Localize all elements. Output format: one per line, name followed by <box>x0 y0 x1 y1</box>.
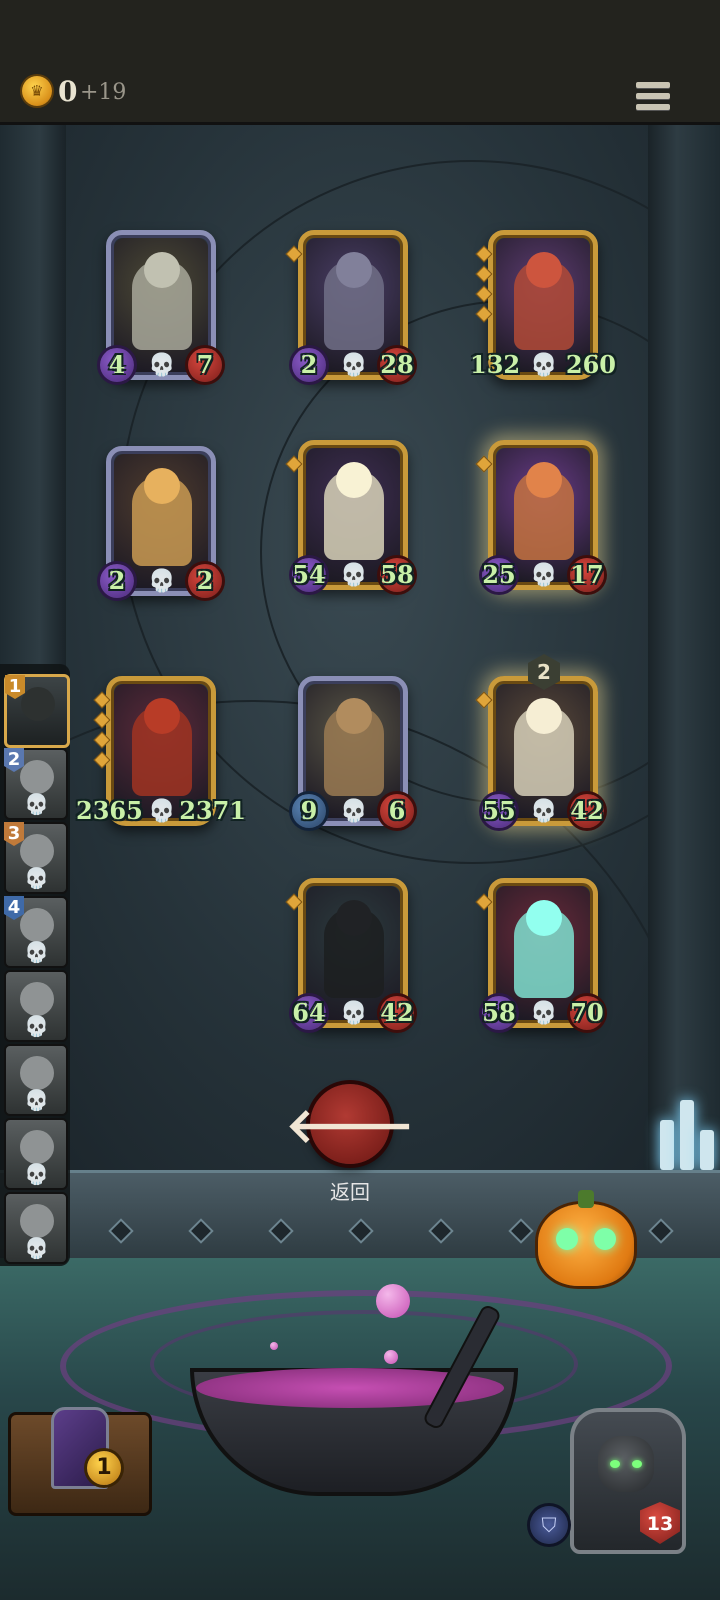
tier-pips <box>285 893 303 916</box>
attack-stat: 25 <box>482 558 516 592</box>
skull-icon: 💀 <box>530 353 558 378</box>
health-stat: 2371 <box>179 796 246 825</box>
health-stat: 260 <box>565 350 616 379</box>
minion-card-assassin[interactable]: 💀 2365 2371 <box>76 676 246 826</box>
opponent-portrait <box>20 1204 54 1238</box>
attack-stat: 2365 <box>76 796 143 825</box>
health-stat: 2 <box>188 564 222 598</box>
skull-icon: 💀 <box>24 1088 49 1112</box>
skull-icon: 💀 <box>148 569 176 594</box>
opponent-portrait <box>20 834 54 868</box>
health-stat: 42 <box>570 794 604 828</box>
attack-stat: 2 <box>292 348 326 382</box>
tier-pips <box>285 455 303 478</box>
skull-icon: 💀 <box>148 353 176 378</box>
skull-icon: 💀 <box>24 866 49 890</box>
tier-pips <box>475 893 493 916</box>
health-stat: 6 <box>380 794 414 828</box>
back-button[interactable]: 🡐 <box>286 1084 414 1164</box>
minion-card-ace-knight[interactable]: 2 💀 55 42 <box>475 654 604 828</box>
pumpkin-pet[interactable] <box>538 1190 634 1286</box>
top-bar: ♛ 0 +19 <box>0 0 720 125</box>
skull-icon: 💀 <box>340 799 368 824</box>
hero-face <box>598 1436 654 1492</box>
minion-card-ghost-chef[interactable]: 💀 58 70 <box>475 878 604 1030</box>
skull-icon: 💀 <box>340 1001 368 1026</box>
skull-icon: 💀 <box>340 353 368 378</box>
attack-stat: 2 <box>100 564 134 598</box>
crown-coin-icon: ♛ <box>22 76 52 106</box>
tier-pips <box>285 245 303 268</box>
health-stat: 42 <box>380 996 414 1030</box>
back-label: 返回 <box>330 1180 370 1204</box>
skull-icon: 💀 <box>24 1014 49 1038</box>
minion-card-cannon[interactable]: 💀 9 6 <box>292 676 414 828</box>
deck-chest[interactable]: 1 <box>8 1407 152 1516</box>
attack-stat: 58 <box>482 996 516 1030</box>
skull-icon: 💀 <box>530 1001 558 1026</box>
menu-icon[interactable] <box>636 82 670 114</box>
opponent-slot[interactable]: 4 💀 <box>4 896 68 968</box>
opponent-portrait <box>20 982 54 1016</box>
opponent-portrait <box>20 1056 54 1090</box>
attack-stat: 132 <box>470 350 521 379</box>
skull-icon: 💀 <box>340 563 368 588</box>
bubble <box>376 1284 410 1318</box>
minion-card-box-golem[interactable]: 💀 132 260 <box>470 230 616 380</box>
bubble <box>270 1342 278 1350</box>
tier-pips <box>475 245 493 328</box>
skull-icon: 💀 <box>530 799 558 824</box>
health-stat: 28 <box>380 348 414 382</box>
health-stat: 58 <box>380 558 414 592</box>
tier-pips <box>93 691 111 774</box>
candles <box>656 1080 720 1170</box>
tier-pips <box>475 691 493 714</box>
attack-stat: 9 <box>292 794 326 828</box>
tier-pips <box>475 455 493 478</box>
pumpkin-eye <box>556 1228 578 1250</box>
opponent-portrait <box>20 908 54 942</box>
health-stat: 17 <box>570 558 604 592</box>
attack-stat: 64 <box>292 996 326 1030</box>
skull-icon: 💀 <box>24 1236 49 1260</box>
minion-card-skeleton[interactable]: 💀 54 58 <box>285 440 414 592</box>
skull-icon: 💀 <box>530 563 558 588</box>
pumpkin-eye <box>594 1228 616 1250</box>
minion-card-reaper[interactable]: 💀 64 42 <box>285 878 414 1030</box>
skull-icon: 💀 <box>24 1162 49 1186</box>
health-stat: 70 <box>570 996 604 1030</box>
shield-icon: ⛉ <box>530 1506 568 1544</box>
opponent-slot[interactable]: 💀 <box>4 1118 68 1190</box>
minion-card-rat[interactable]: 💀 2 28 <box>285 230 414 382</box>
opponent-slot[interactable]: 💀 <box>4 970 68 1042</box>
bubble <box>384 1350 398 1364</box>
opponent-portrait <box>20 1130 54 1164</box>
skull-icon: 💀 <box>24 792 49 816</box>
opponent-slot[interactable]: 2 💀 <box>4 748 68 820</box>
opponent-slot[interactable]: 💀 <box>4 1192 68 1264</box>
health-stat: 7 <box>188 348 222 382</box>
minion-card-pinocchio[interactable]: 💀 2 2 <box>100 446 222 598</box>
game-screen: ♛ 0 +19 💀 4 7 💀 2 28 💀 132 260 💀 2 2 💀 54 58 💀 25 17 💀 2365… <box>0 0 720 1600</box>
right-pillar <box>648 122 720 1182</box>
skull-icon: 💀 <box>148 799 176 824</box>
attack-stat: 54 <box>292 558 326 592</box>
skull-icon: 💀 <box>24 940 49 964</box>
coin-count: 0 <box>58 75 78 108</box>
attack-stat: 55 <box>482 794 516 828</box>
opponent-slot[interactable]: 3 💀 <box>4 822 68 894</box>
arrow-left-icon: 🡐 <box>285 1097 415 1154</box>
opponent-portrait <box>20 760 54 794</box>
attack-stat: 4 <box>100 348 134 382</box>
deck-count: 1 <box>87 1451 121 1485</box>
opponent-slot[interactable]: 1 <box>4 674 70 748</box>
opponent-slot[interactable]: 💀 <box>4 1044 68 1116</box>
opponent-portrait <box>21 687 55 721</box>
minion-card-archer[interactable]: 💀 25 17 <box>475 440 604 592</box>
coin-bonus: +19 <box>80 80 127 105</box>
opponent-sidebar: 1 2 💀 3 💀 4 💀 💀 💀 💀 💀 <box>0 664 70 1266</box>
minion-card-robot[interactable]: 💀 4 7 <box>100 230 222 382</box>
